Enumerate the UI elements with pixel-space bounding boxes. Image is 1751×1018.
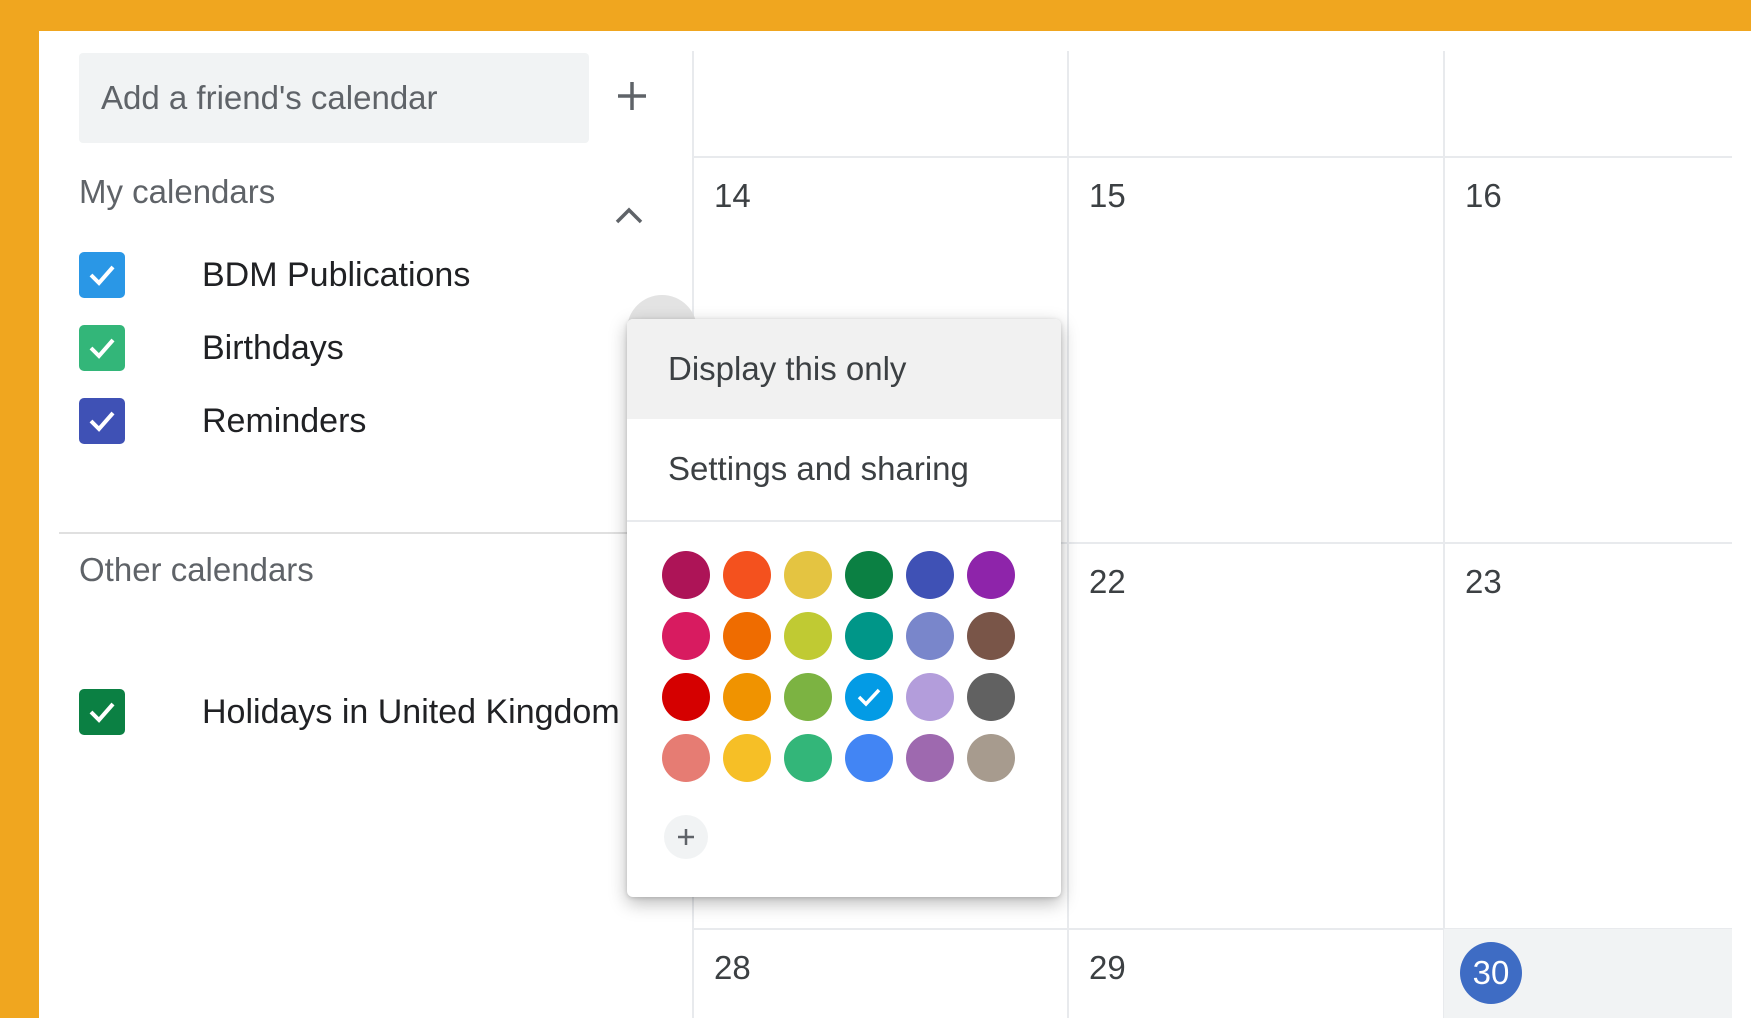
color-swatch[interactable]	[662, 612, 710, 660]
menu-item-label: Display this only	[668, 350, 907, 387]
color-swatch[interactable]	[967, 551, 1015, 599]
day-number[interactable]: 29	[1089, 949, 1126, 987]
color-swatch[interactable]	[845, 551, 893, 599]
my-calendars-heading: My calendars	[79, 173, 276, 210]
color-swatch[interactable]	[662, 734, 710, 782]
checkmark-icon	[857, 688, 881, 707]
grid-row-line	[692, 156, 1732, 158]
calendar-label: Holidays in United Kingdom	[202, 692, 620, 731]
today-date-badge[interactable]: 30	[1460, 942, 1522, 1004]
day-number[interactable]: 23	[1465, 563, 1502, 601]
color-swatch[interactable]	[784, 551, 832, 599]
color-swatch[interactable]	[662, 551, 710, 599]
day-number[interactable]: 16	[1465, 177, 1502, 215]
add-friend-calendar-input[interactable]: Add a friend's calendar	[79, 53, 589, 143]
chevron-up-icon[interactable]	[609, 196, 649, 236]
checkbox-checked-icon[interactable]	[79, 252, 125, 298]
day-number[interactable]: 28	[714, 949, 751, 987]
add-calendar-plus-icon[interactable]	[607, 71, 657, 121]
color-swatch[interactable]	[967, 673, 1015, 721]
calendar-item-birthdays[interactable]: Birthdays	[79, 322, 639, 374]
color-swatch[interactable]	[967, 734, 1015, 782]
color-swatch[interactable]	[906, 612, 954, 660]
calendar-options-menu: Display this only Settings and sharing	[627, 319, 1061, 897]
checkbox-checked-icon[interactable]	[79, 398, 125, 444]
sidebar-divider	[59, 532, 659, 534]
color-swatch[interactable]	[845, 612, 893, 660]
color-swatch[interactable]	[906, 551, 954, 599]
calendar-item-bdm-publications[interactable]: BDM Publications	[79, 249, 639, 301]
color-swatch[interactable]	[845, 734, 893, 782]
checkbox-checked-icon[interactable]	[79, 689, 125, 735]
add-friend-calendar-placeholder: Add a friend's calendar	[101, 79, 438, 116]
calendar-label: BDM Publications	[202, 255, 471, 294]
color-swatch[interactable]	[845, 673, 893, 721]
color-swatch[interactable]	[723, 673, 771, 721]
grid-column-line	[1067, 51, 1069, 1018]
color-swatch[interactable]	[784, 734, 832, 782]
color-swatch[interactable]	[784, 612, 832, 660]
color-swatch[interactable]	[723, 734, 771, 782]
color-swatch[interactable]	[906, 673, 954, 721]
day-number[interactable]: 14	[714, 177, 751, 215]
settings-and-sharing-menu-item[interactable]: Settings and sharing	[627, 419, 1061, 519]
color-swatch[interactable]	[784, 673, 832, 721]
calendar-label: Birthdays	[202, 328, 344, 367]
day-number[interactable]: 15	[1089, 177, 1126, 215]
color-swatch[interactable]	[723, 612, 771, 660]
color-swatch[interactable]	[967, 612, 1015, 660]
color-swatch[interactable]	[662, 673, 710, 721]
color-swatch[interactable]	[906, 734, 954, 782]
calendar-item-reminders[interactable]: Reminders	[79, 395, 639, 447]
menu-divider	[627, 520, 1061, 522]
calendar-label: Reminders	[202, 401, 367, 440]
checkbox-checked-icon[interactable]	[79, 325, 125, 371]
add-custom-color-plus-icon[interactable]	[664, 815, 708, 859]
menu-item-label: Settings and sharing	[668, 450, 969, 487]
grid-column-line	[1443, 51, 1445, 1018]
calendar-item-holidays-uk[interactable]: Holidays in United Kingdom	[79, 686, 639, 738]
display-this-only-menu-item[interactable]: Display this only	[627, 319, 1061, 419]
color-swatch[interactable]	[723, 551, 771, 599]
other-calendars-heading: Other calendars	[79, 551, 314, 588]
calendar-app-panel: Add a friend's calendar My calendars BDM…	[39, 31, 1751, 1018]
day-number[interactable]: 22	[1089, 563, 1126, 601]
